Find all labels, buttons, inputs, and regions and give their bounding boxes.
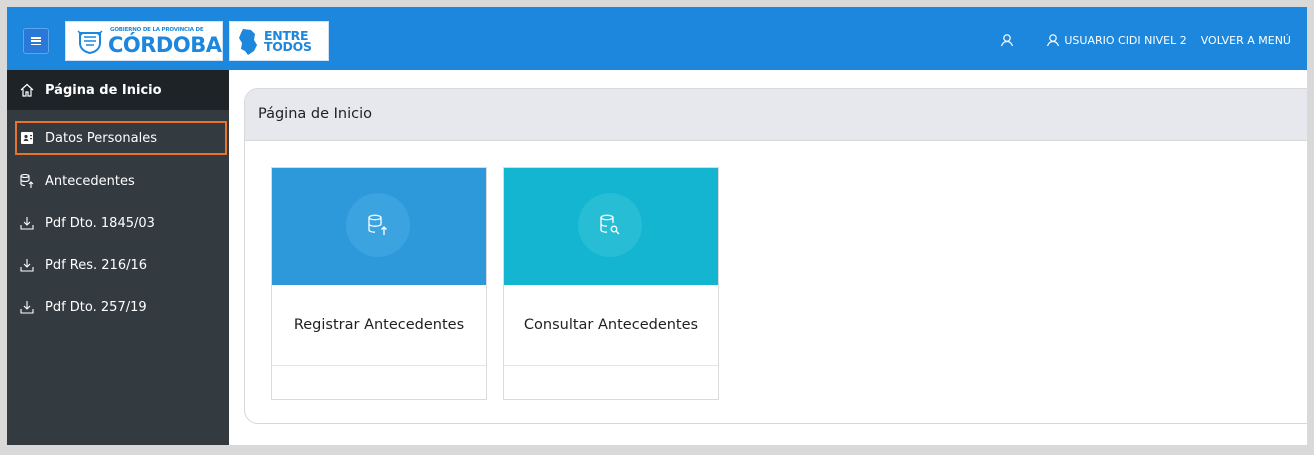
user-label: USUARIO CIDI NIVEL 2 — [1064, 33, 1187, 47]
user-icon — [1001, 34, 1014, 47]
menu-button[interactable] — [23, 28, 49, 54]
card-hero — [504, 168, 718, 285]
card-icon-circle — [346, 193, 410, 257]
sidebar: Página de Inicio Datos Personales Antece… — [7, 70, 229, 445]
home-icon — [20, 83, 34, 97]
database-upload-icon — [20, 173, 34, 188]
main-content: Página de Inicio Registrar Antecedentes — [229, 70, 1307, 445]
logo-entre-todos[interactable]: ENTRE TODOS — [229, 21, 329, 61]
menu-icon — [31, 37, 41, 46]
consult-records-card[interactable]: Consultar Antecedentes — [503, 167, 719, 400]
sidebar-item-records[interactable]: Antecedentes — [7, 161, 229, 201]
download-icon — [20, 217, 34, 230]
app-window: GOBIERNO DE LA PROVINCIA DE CÓRDOBA ENTR… — [7, 7, 1307, 445]
home-panel: Página de Inicio Registrar Antecedentes — [244, 88, 1307, 424]
logo-cordoba-text: CÓRDOBA — [108, 33, 222, 57]
download-icon — [20, 301, 34, 314]
sidebar-item-label: Datos Personales — [45, 130, 157, 146]
back-to-menu-link[interactable]: VOLVER A MENÚ — [1201, 34, 1291, 47]
database-search-icon — [600, 214, 620, 235]
sidebar-item-pdf-dto-257[interactable]: Pdf Dto. 257/19 — [7, 287, 229, 327]
sidebar-item-label: Página de Inicio — [45, 82, 162, 98]
card-label: Registrar Antecedentes — [272, 285, 486, 366]
sidebar-item-label: Antecedentes — [45, 173, 135, 189]
seal-icon — [77, 30, 103, 55]
panel-header: Página de Inicio — [245, 89, 1307, 141]
sidebar-item-pdf-res-216[interactable]: Pdf Res. 216/16 — [7, 245, 229, 285]
sidebar-item-label: Pdf Dto. 257/19 — [45, 299, 147, 315]
logo-entre-line2: TODOS — [264, 39, 312, 54]
sidebar-item-personal-data[interactable]: Datos Personales — [14, 120, 228, 156]
sidebar-item-label: Pdf Dto. 1845/03 — [45, 215, 155, 231]
card-hero — [272, 168, 486, 285]
card-icon-circle — [578, 193, 642, 257]
database-upload-icon — [368, 214, 387, 235]
sidebar-item-home[interactable]: Página de Inicio — [7, 70, 229, 110]
download-icon — [20, 259, 34, 272]
top-bar: GOBIERNO DE LA PROVINCIA DE CÓRDOBA ENTR… — [7, 7, 1307, 70]
logo-cordoba[interactable]: GOBIERNO DE LA PROVINCIA DE CÓRDOBA — [65, 21, 223, 61]
sidebar-item-pdf-dto-1845[interactable]: Pdf Dto. 1845/03 — [7, 203, 229, 243]
card-label: Consultar Antecedentes — [504, 285, 718, 366]
id-card-icon — [21, 132, 33, 144]
sidebar-item-label: Pdf Res. 216/16 — [45, 257, 148, 273]
province-map-icon — [239, 29, 257, 55]
user-profile-button[interactable] — [1000, 33, 1018, 47]
top-right-links: USUARIO CIDI NIVEL 2 VOLVER A MENÚ — [1000, 30, 1291, 50]
user-link[interactable]: USUARIO CIDI NIVEL 2 — [1046, 33, 1187, 47]
register-records-card[interactable]: Registrar Antecedentes — [271, 167, 487, 400]
page-title: Página de Inicio — [258, 106, 372, 122]
user-icon — [1047, 34, 1060, 47]
